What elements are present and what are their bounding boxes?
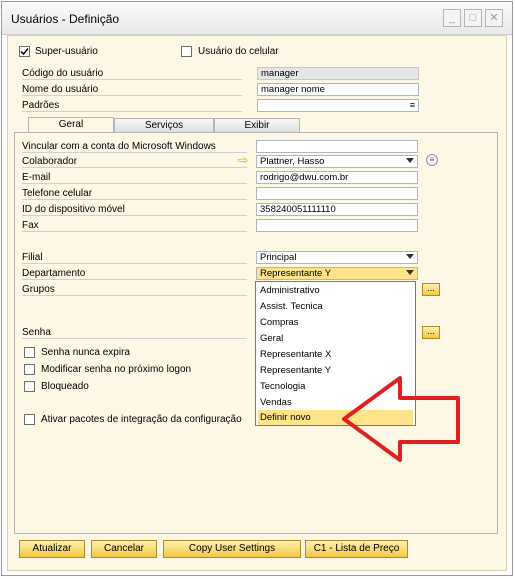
- cellular-user-checkbox[interactable]: [181, 46, 192, 57]
- link-arrow-icon[interactable]: ⇨: [238, 153, 248, 167]
- user-name-label: Nome do usuário: [22, 84, 242, 96]
- password-label: Senha: [22, 327, 247, 339]
- enable-integration-label: Ativar pacotes de integração da configur…: [41, 414, 242, 425]
- employee-label: Colaborador: [22, 156, 247, 168]
- defaults-field[interactable]: ≡: [257, 99, 419, 112]
- locked-label: Bloqueado: [41, 381, 89, 392]
- email-field[interactable]: rodrigo@dwu.com.br: [256, 171, 418, 184]
- user-code-label: Código do usuário: [22, 68, 242, 80]
- chevron-down-icon: [406, 158, 414, 163]
- password-browse-button[interactable]: ...: [422, 326, 440, 339]
- cellular-user-label: Usuário do celular: [198, 46, 279, 57]
- maximize-icon[interactable]: □: [464, 9, 482, 27]
- fax-field[interactable]: [256, 219, 418, 232]
- dropdown-option[interactable]: Representante X: [258, 347, 413, 362]
- user-name-field[interactable]: manager nome: [257, 83, 419, 96]
- tab-display-label: Exibir: [244, 120, 270, 131]
- change-next-logon-label: Modificar senha no próximo logon: [41, 364, 192, 375]
- list-icon[interactable]: ≡: [410, 100, 415, 111]
- enable-integration-checkbox[interactable]: [24, 414, 35, 425]
- user-definition-window: Usuários - Definição _ □ ✕ Super-usuário…: [1, 1, 513, 576]
- never-expires-checkbox[interactable]: [24, 347, 35, 358]
- chevron-down-icon: [406, 270, 414, 275]
- employee-value: Plattner, Hasso: [260, 156, 325, 167]
- superuser-checkbox[interactable]: [19, 46, 30, 57]
- device-id-label: ID do dispositivo móvel: [22, 204, 247, 216]
- department-label: Departamento: [22, 268, 247, 280]
- cell-phone-field[interactable]: [256, 187, 418, 200]
- superuser-label: Super-usuário: [35, 46, 98, 57]
- tab-general-label: Geral: [58, 119, 84, 130]
- dropdown-option[interactable]: Assist. Tecnica: [258, 299, 413, 314]
- minimize-icon[interactable]: _: [443, 9, 461, 27]
- more-options-icon[interactable]: ≡: [426, 154, 438, 166]
- ms-account-label: Vincular com a conta do Microsoft Window…: [22, 141, 247, 153]
- fax-label: Fax: [22, 220, 247, 232]
- never-expires-label: Senha nunca expira: [41, 347, 130, 358]
- change-next-logon-checkbox[interactable]: [24, 364, 35, 375]
- branch-select[interactable]: Principal: [256, 251, 418, 264]
- branch-value: Principal: [260, 252, 297, 263]
- chevron-down-icon: [406, 254, 414, 259]
- device-id-field[interactable]: 358240051111110: [256, 203, 418, 216]
- branch-label: Filial: [22, 252, 247, 264]
- window-title: Usuários - Definição: [11, 12, 120, 26]
- defaults-label: Padrões: [22, 100, 242, 112]
- department-value: Representante Y: [260, 268, 332, 279]
- locked-checkbox[interactable]: [24, 381, 35, 392]
- user-code-field[interactable]: manager: [257, 67, 419, 80]
- dropdown-option[interactable]: Compras: [258, 315, 413, 330]
- price-list-button[interactable]: C1 - Lista de Preço: [305, 540, 408, 558]
- title-bar[interactable]: Usuários - Definição _ □ ✕: [2, 2, 512, 35]
- tab-services-label: Serviços: [144, 120, 184, 131]
- employee-select[interactable]: Plattner, Hasso: [256, 155, 418, 168]
- ms-account-field[interactable]: [256, 140, 418, 153]
- cancel-button[interactable]: Cancelar: [91, 540, 157, 558]
- cell-phone-label: Telefone celular: [22, 188, 247, 200]
- red-arrow-annotation: [342, 376, 460, 462]
- dropdown-option[interactable]: Geral: [258, 331, 413, 346]
- groups-browse-button[interactable]: ...: [422, 283, 440, 296]
- email-label: E-mail: [22, 172, 247, 184]
- department-select[interactable]: Representante Y: [256, 267, 418, 280]
- groups-label: Grupos: [22, 284, 247, 296]
- checkmark-icon: [20, 48, 29, 56]
- dropdown-option[interactable]: Administrativo: [258, 283, 413, 298]
- copy-user-settings-button[interactable]: Copy User Settings: [163, 540, 301, 558]
- close-icon[interactable]: ✕: [485, 9, 503, 27]
- update-button[interactable]: Atualizar: [19, 540, 85, 558]
